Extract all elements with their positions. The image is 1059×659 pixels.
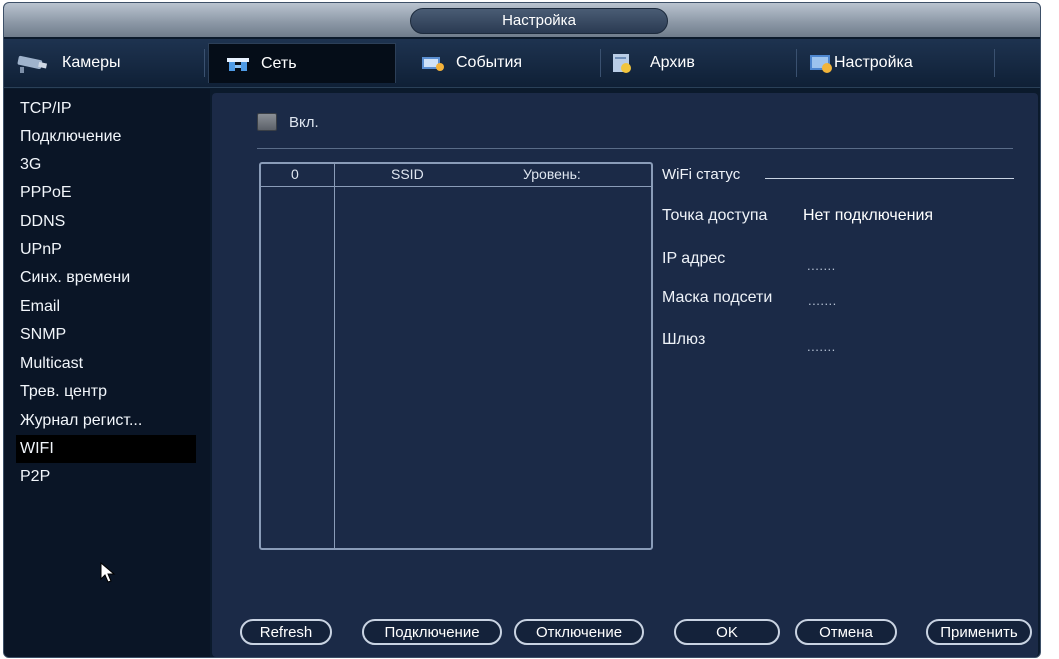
column-ssid: SSID bbox=[391, 166, 424, 182]
tab-archive[interactable]: Архив bbox=[610, 43, 790, 83]
wifi-status-title: WiFi статус bbox=[662, 166, 741, 183]
title-bar: Настройка bbox=[4, 3, 1040, 37]
tab-label: Настройка bbox=[834, 54, 913, 71]
column-divider bbox=[334, 164, 335, 548]
gateway-value: ....... bbox=[807, 339, 836, 354]
tab-divider bbox=[796, 49, 797, 77]
wifi-settings-panel: Вкл. 0 SSID Уровень: WiFi статус Точка д… bbox=[212, 93, 1038, 657]
tab-events[interactable]: События bbox=[414, 43, 594, 83]
wifi-enable-checkbox[interactable] bbox=[257, 113, 277, 131]
sidebar-item-pppoe[interactable]: PPPoE bbox=[16, 179, 196, 207]
column-index: 0 bbox=[291, 166, 299, 182]
sidebar-item-email[interactable]: Email bbox=[16, 293, 196, 321]
window-title: Настройка bbox=[410, 8, 668, 34]
tab-divider bbox=[204, 49, 205, 77]
access-point-value: Нет подключения bbox=[803, 207, 934, 224]
refresh-button[interactable]: Refresh bbox=[240, 619, 332, 645]
settings-window: Настройка Камеры Сеть События Архив Наст… bbox=[3, 2, 1041, 658]
sidebar-item-wifi[interactable]: WIFI bbox=[16, 435, 196, 463]
tab-cameras[interactable]: Камеры bbox=[14, 43, 194, 83]
wifi-enable-label: Вкл. bbox=[289, 113, 319, 131]
settings-icon bbox=[810, 55, 832, 73]
sidebar-menu: TCP/IP Подключение 3G PPPoE DDNS UPnP Си… bbox=[4, 89, 210, 657]
subnet-mask-label: Маска подсети bbox=[662, 289, 773, 306]
tab-label: События bbox=[456, 54, 523, 71]
sidebar-item-alarm-center[interactable]: Трев. центр bbox=[16, 378, 196, 406]
tab-network[interactable]: Сеть bbox=[208, 43, 396, 83]
wifi-network-list[interactable]: 0 SSID Уровень: bbox=[259, 162, 653, 550]
connect-button[interactable]: Подключение bbox=[362, 619, 502, 645]
sidebar-item-ddns[interactable]: DDNS bbox=[16, 208, 196, 236]
archive-icon bbox=[613, 54, 631, 73]
tab-label: Архив bbox=[650, 54, 695, 71]
subnet-mask-value: ....... bbox=[808, 293, 837, 308]
cancel-button[interactable]: Отмена bbox=[795, 619, 897, 645]
ok-button[interactable]: OK bbox=[674, 619, 780, 645]
sidebar-item-snmp[interactable]: SNMP bbox=[16, 321, 196, 349]
events-icon bbox=[422, 57, 444, 71]
divider bbox=[257, 148, 1013, 149]
column-level: Уровень: bbox=[523, 166, 581, 182]
sidebar-item-p2p[interactable]: P2P bbox=[16, 463, 196, 491]
sidebar-item-3g[interactable]: 3G bbox=[16, 151, 196, 179]
mouse-pointer-icon bbox=[100, 562, 116, 583]
tab-label: Сеть bbox=[261, 54, 297, 72]
ip-address-value: ....... bbox=[807, 258, 836, 273]
sidebar-item-tcpip[interactable]: TCP/IP bbox=[16, 95, 196, 123]
gateway-label: Шлюз bbox=[662, 331, 706, 348]
ip-address-label: IP адрес bbox=[662, 250, 726, 267]
sidebar-item-multicast[interactable]: Multicast bbox=[16, 350, 196, 378]
list-header: 0 SSID Уровень: bbox=[261, 164, 651, 187]
apply-button[interactable]: Применить bbox=[926, 619, 1032, 645]
status-divider bbox=[765, 178, 1014, 179]
camera-icon bbox=[17, 55, 48, 73]
tab-label: Камеры bbox=[62, 54, 121, 71]
tab-divider bbox=[600, 49, 601, 77]
tab-settings[interactable]: Настройка bbox=[808, 43, 988, 83]
network-icon bbox=[227, 57, 249, 71]
main-tab-bar: Камеры Сеть События Архив Настройка bbox=[4, 39, 1040, 88]
access-point-label: Точка доступа bbox=[662, 207, 768, 224]
disconnect-button[interactable]: Отключение bbox=[514, 619, 644, 645]
wifi-enable-row: Вкл. bbox=[257, 113, 319, 131]
sidebar-item-register-log[interactable]: Журнал регист... bbox=[16, 407, 196, 435]
sidebar-item-upnp[interactable]: UPnP bbox=[16, 236, 196, 264]
sidebar-item-time-sync[interactable]: Синх. времени bbox=[16, 264, 196, 292]
sidebar-item-connection[interactable]: Подключение bbox=[16, 123, 196, 151]
tab-divider bbox=[994, 49, 995, 77]
